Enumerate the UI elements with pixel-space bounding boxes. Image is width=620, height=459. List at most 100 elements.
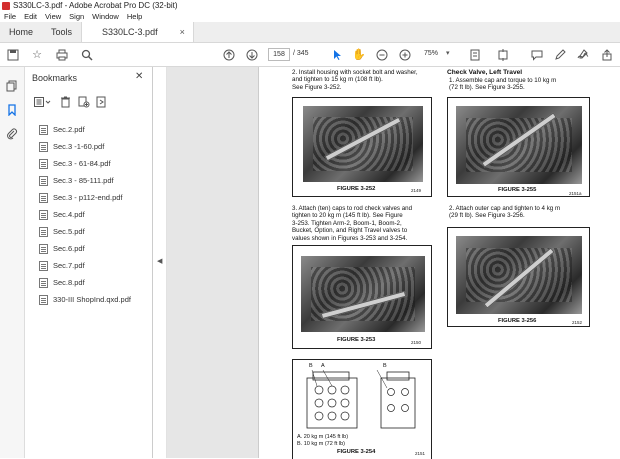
expand-bookmark-icon[interactable]: [95, 95, 108, 108]
tab-close-icon[interactable]: ×: [180, 27, 185, 37]
figure-photo: [456, 236, 582, 314]
fit-page-icon[interactable]: [468, 48, 482, 62]
zoom-dropdown-icon[interactable]: ▾: [446, 49, 450, 57]
figure-3-253: FIGURE 3-253 2150: [292, 245, 432, 349]
bookmark-item[interactable]: Sec.5.pdf: [39, 223, 151, 240]
figure-number: 2149: [411, 188, 422, 193]
figure-3-252: FIGURE 3-252 2149: [292, 97, 432, 197]
zoom-level[interactable]: 75%: [424, 50, 438, 57]
figure-photo: [301, 256, 425, 332]
search-icon[interactable]: [80, 48, 94, 62]
figure-caption: FIGURE 3-252: [337, 186, 376, 192]
bookmark-item[interactable]: Sec.8.pdf: [39, 274, 151, 291]
attachments-icon[interactable]: [5, 127, 19, 141]
bookmark-item[interactable]: Sec.2.pdf: [39, 121, 151, 138]
document-icon: [39, 158, 48, 169]
document-icon: [39, 124, 48, 135]
document-icon: [39, 243, 48, 254]
torque-note-b: B. 10 kg m (72 ft lb): [297, 441, 345, 447]
valve-schematic: [306, 370, 416, 429]
page-total: / 345: [293, 50, 309, 57]
tab-document[interactable]: S330LC-3.pdf ×: [81, 22, 194, 42]
bookmark-item[interactable]: 330-III ShopInd.qxd.pdf: [39, 291, 151, 308]
document-icon: [39, 277, 48, 288]
document-icon: [39, 175, 48, 186]
figure-photo: [456, 106, 582, 184]
figure-number: 2151a: [569, 191, 582, 196]
zoom-in-icon[interactable]: [398, 48, 412, 62]
tab-bar: Home Tools S330LC-3.pdf ×: [0, 22, 620, 43]
menu-view[interactable]: View: [45, 12, 61, 21]
panel-splitter[interactable]: ◀: [153, 67, 167, 458]
bookmarks-panel: Bookmarks ✕ Sec.2.pdf Sec.3 -1-60.pdf Se…: [25, 67, 153, 458]
bookmark-item[interactable]: Sec.6.pdf: [39, 240, 151, 257]
figure-3-254: B A B A. 20 kg m (145 ft lb) B. 10 kg m …: [292, 359, 432, 459]
tab-document-label: S330LC-3.pdf: [102, 27, 158, 37]
step-2-text: 2. Install housing with socket bolt and …: [292, 69, 418, 91]
next-page-icon[interactable]: [245, 48, 259, 62]
bookmarks-list: Sec.2.pdf Sec.3 -1-60.pdf Sec.3 - 61-84.…: [39, 121, 151, 308]
schematic-label-b: B: [309, 363, 313, 369]
bookmarks-toolbar: [25, 91, 153, 113]
menu-edit[interactable]: Edit: [24, 12, 37, 21]
schematic-label-a: A: [321, 363, 325, 369]
title-bar: S330LC-3.pdf - Adobe Acrobat Pro DC (32-…: [0, 0, 620, 11]
figure-number: 2150: [411, 340, 422, 345]
menu-file[interactable]: File: [4, 12, 16, 21]
figure-caption: FIGURE 3-253: [337, 337, 376, 343]
save-icon[interactable]: [6, 48, 20, 62]
bookmark-item[interactable]: Sec.7.pdf: [39, 257, 151, 274]
document-icon: [39, 192, 48, 203]
share-icon[interactable]: [600, 48, 614, 62]
bookmarks-title: Bookmarks: [32, 73, 78, 83]
bookmark-item[interactable]: Sec.3 -1-60.pdf: [39, 138, 151, 155]
star-icon[interactable]: ☆: [30, 48, 44, 62]
bookmark-item[interactable]: Sec.3 - 61-84.pdf: [39, 155, 151, 172]
tab-home[interactable]: Home: [0, 22, 42, 42]
figure-caption: FIGURE 3-255: [498, 187, 537, 193]
collapse-panel-icon[interactable]: ◀: [157, 257, 162, 265]
acrobat-logo-icon: [2, 1, 10, 10]
menu-sign[interactable]: Sign: [69, 12, 84, 21]
hand-tool-icon[interactable]: ✋: [352, 48, 366, 62]
bookmark-item[interactable]: Sec.4.pdf: [39, 206, 151, 223]
pages-thumbnails-icon[interactable]: [5, 79, 19, 93]
right-step-1-text: 1. Assemble cap and torque to 10 kg m (7…: [449, 77, 557, 92]
tab-tools[interactable]: Tools: [42, 22, 81, 42]
right-step-2-text: 2. Attach outer cap and tighten to 4 kg …: [449, 205, 561, 220]
print-icon[interactable]: [55, 48, 69, 62]
torque-note-a: A. 20 kg m (145 ft lb): [297, 434, 349, 440]
menu-bar: File Edit View Sign Window Help: [0, 11, 620, 22]
delete-bookmark-icon[interactable]: [59, 95, 72, 108]
figure-caption: FIGURE 3-254: [337, 449, 376, 455]
document-icon: [39, 294, 48, 305]
scroll-mode-icon[interactable]: [496, 48, 510, 62]
page-number-input[interactable]: 158: [268, 48, 290, 61]
figure-3-255: FIGURE 3-255 2151a: [447, 97, 590, 197]
bookmark-item[interactable]: Sec.3 - 85-111.pdf: [39, 172, 151, 189]
section-heading: Check Valve, Left Travel: [447, 69, 523, 76]
menu-help[interactable]: Help: [127, 12, 142, 21]
document-icon: [39, 226, 48, 237]
comment-icon[interactable]: [530, 48, 544, 62]
figure-3-256: FIGURE 3-256 2152: [447, 227, 590, 327]
bookmarks-panel-icon[interactable]: [5, 103, 19, 117]
new-bookmark-icon[interactable]: [77, 95, 90, 108]
figure-caption: FIGURE 3-256: [498, 318, 537, 324]
navigation-rail: [0, 67, 25, 458]
close-icon[interactable]: ✕: [135, 71, 143, 82]
select-cursor-icon[interactable]: [330, 48, 344, 62]
options-menu-icon[interactable]: [33, 95, 53, 108]
highlight-pen-icon[interactable]: [553, 48, 567, 62]
document-icon: [39, 260, 48, 271]
figure-photo: [303, 106, 423, 182]
previous-page-icon[interactable]: [222, 48, 236, 62]
document-icon: [39, 141, 48, 152]
sign-icon[interactable]: [576, 48, 590, 62]
bookmark-item[interactable]: Sec.3 - p112-end.pdf: [39, 189, 151, 206]
menu-window[interactable]: Window: [92, 12, 119, 21]
toolbar: ☆ ✋: [0, 43, 620, 67]
figure-number: 2151: [415, 451, 426, 456]
figure-number: 2152: [572, 320, 583, 325]
zoom-out-icon[interactable]: [375, 48, 389, 62]
